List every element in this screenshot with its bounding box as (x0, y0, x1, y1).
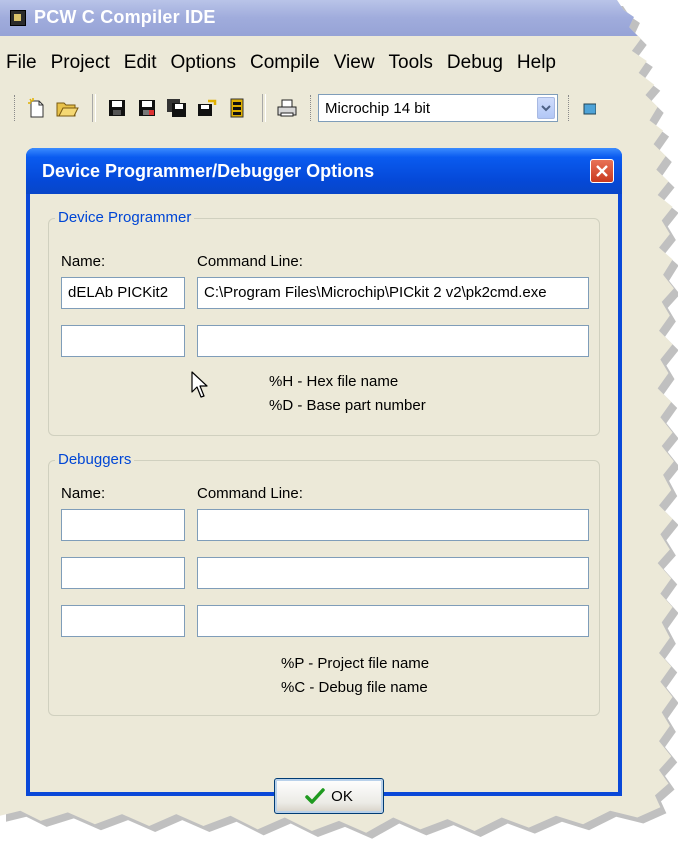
programmer-options-dialog: Device Programmer/Debugger Options Devic… (26, 148, 622, 814)
close-all-icon[interactable] (224, 95, 250, 121)
mouse-pointer-icon (191, 371, 208, 398)
programmer-name-header: Name: (61, 253, 106, 270)
ok-button[interactable]: OK (274, 778, 384, 814)
menu-debug[interactable]: Debug (439, 52, 509, 74)
programmer-command-field[interactable]: C:\Program Files\Microchip\PICkit 2 v2\p… (197, 277, 589, 309)
save-all-icon[interactable] (164, 95, 190, 121)
menu-tools[interactable]: Tools (381, 52, 439, 74)
menu-help[interactable]: Help (509, 52, 562, 74)
debugger-command-field[interactable] (197, 557, 589, 589)
debugger-name-header: Name: (61, 485, 106, 502)
menu-view[interactable]: View (326, 52, 381, 74)
part-number-hint: %D - Base part number (269, 397, 426, 414)
dialog-titlebar[interactable]: Device Programmer/Debugger Options (26, 148, 622, 194)
save-icon[interactable] (104, 95, 130, 121)
debuggers-group: Debuggers Name: Command Line: %P - Proje… (48, 451, 600, 716)
dialog-body: Device Programmer Name: Command Line: dE… (30, 194, 618, 814)
checkmark-icon (305, 788, 325, 804)
toolbar-grip[interactable] (568, 95, 572, 121)
debugger-name-field[interactable] (61, 509, 185, 541)
toolbar-grip[interactable] (14, 95, 18, 121)
debug-file-hint: %C - Debug file name (281, 679, 428, 696)
programmer-name-field[interactable]: dELAb PICKit2 (61, 277, 185, 309)
programmer-command-field[interactable] (197, 325, 589, 357)
ok-button-label: OK (331, 787, 353, 805)
debugger-command-field[interactable] (197, 605, 589, 637)
partial-toolbar-icon[interactable] (576, 95, 602, 121)
device-programmer-group-title: Device Programmer (55, 209, 195, 226)
hex-file-hint: %H - Hex file name (269, 373, 399, 390)
device-programmer-group: Device Programmer Name: Command Line: dE… (48, 209, 600, 436)
toolbar-separator (262, 94, 266, 122)
device-family-select[interactable]: Microchip 14 bit (318, 94, 558, 122)
open-folder-icon[interactable] (54, 95, 80, 121)
debugger-name-field[interactable] (61, 557, 185, 589)
save-as-icon[interactable] (134, 95, 160, 121)
debugger-command-field[interactable] (197, 509, 589, 541)
menu-edit[interactable]: Edit (116, 52, 163, 74)
toolbar-grip[interactable] (310, 95, 314, 121)
dialog-title: Device Programmer/Debugger Options (42, 161, 375, 181)
main-toolbar: Microchip 14 bit (0, 86, 674, 130)
menu-project[interactable]: Project (43, 52, 116, 74)
app-icon (10, 10, 26, 26)
programmer-cmd-header: Command Line: (197, 253, 303, 270)
project-file-hint: %P - Project file name (281, 655, 430, 672)
device-family-value: Microchip 14 bit (325, 100, 431, 117)
programmer-name-field[interactable] (61, 325, 185, 357)
close-file-icon[interactable] (194, 95, 220, 121)
menu-options[interactable]: Options (163, 52, 242, 74)
debugger-name-field[interactable] (61, 605, 185, 637)
debuggers-group-title: Debuggers (55, 451, 135, 468)
app-title: PCW C Compiler IDE (34, 7, 216, 27)
debugger-cmd-header: Command Line: (197, 485, 303, 502)
ide-titlebar[interactable]: PCW C Compiler IDE (0, 0, 674, 36)
close-icon[interactable] (590, 159, 614, 183)
chevron-down-icon[interactable] (537, 97, 555, 119)
toolbar-separator (92, 94, 96, 122)
new-file-icon[interactable] (24, 95, 50, 121)
menu-bar: File Project Edit Options Compile View T… (0, 48, 674, 78)
menu-compile[interactable]: Compile (242, 52, 326, 74)
menu-file[interactable]: File (0, 52, 43, 74)
print-icon[interactable] (274, 95, 300, 121)
